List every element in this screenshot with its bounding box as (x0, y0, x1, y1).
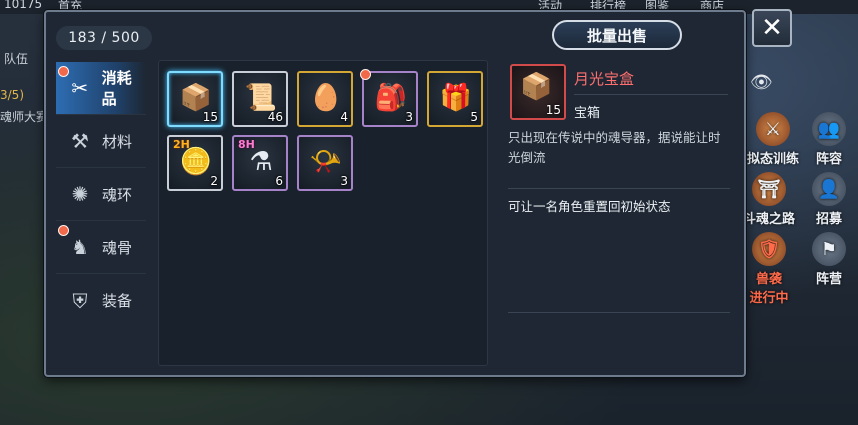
item-slot[interactable]: 🎒 3 (360, 69, 418, 127)
duration-tag: 2H (173, 138, 190, 151)
item-type: 宝箱 (574, 106, 601, 121)
item-slot[interactable]: 🪙 2H 2 (167, 135, 223, 191)
close-icon: ✕ (761, 13, 783, 43)
notification-dot (360, 69, 371, 80)
soul-ring-icon: ✺ (71, 182, 89, 206)
item-slot[interactable]: 📯 3 (297, 135, 353, 191)
tab-label: 魂环 (102, 185, 133, 204)
item-slot[interactable]: 📦 15 (167, 71, 223, 127)
item-quantity: 3 (340, 174, 348, 188)
detail-thumbnail: 📦 15 (510, 64, 566, 120)
training-button[interactable]: ⚔ 拟态训练 (744, 112, 802, 167)
item-quantity: 46 (267, 110, 283, 124)
path-button[interactable]: ⛩ 斗魂之路 (740, 172, 798, 227)
beast-icon: 🛡 (752, 232, 786, 266)
item-effect: 可让一名角色重置回初始状态 (508, 199, 671, 214)
beast-attack-button[interactable]: 🛡 兽袭 进行中 (740, 232, 798, 306)
bulk-sell-button[interactable]: 批量出售 (552, 20, 682, 50)
detail-quantity: 15 (545, 103, 561, 117)
eye-icon[interactable]: 👁 (750, 72, 773, 93)
category-tabs: ✂ 消耗品 ⚒ 材料 ✺ 魂环 ♞ 魂骨 ⛨ 装备 (56, 62, 146, 327)
tab-soul-bone[interactable]: ♞ 魂骨 (56, 221, 146, 274)
camp-button[interactable]: ⚑ 阵营 (800, 232, 858, 287)
divider (508, 312, 730, 313)
tab-soul-ring[interactable]: ✺ 魂环 (56, 168, 146, 221)
item-description: 只出现在传说中的魂导器，据说能让时光倒流 (508, 130, 721, 165)
item-quantity: 3 (405, 110, 413, 124)
item-quantity: 6 (275, 174, 283, 188)
divider (574, 94, 728, 95)
consumable-icon: ✂ (71, 76, 89, 100)
path-icon: ⛩ (752, 172, 786, 206)
inventory-panel: 183 / 500 批量出售 ✂ 消耗品 ⚒ 材料 ✺ 魂环 ♞ 魂骨 ⛨ 装备… (44, 10, 746, 377)
team-label[interactable]: 队伍 (4, 50, 28, 67)
camp-icon: ⚑ (812, 232, 846, 266)
recruit-icon: 👤 (812, 172, 846, 206)
item-slot[interactable]: ⚗ 8H 6 (232, 135, 288, 191)
anvil-icon: ⚒ (71, 129, 89, 153)
tab-label: 魂骨 (102, 238, 133, 257)
beast-status: 进行中 (749, 291, 789, 306)
item-grid: 📦 15 📜 46 🥚 4 🎒 3 🎁 5 🪙 2H 2 ⚗ 8H 6 📯 3 (158, 60, 488, 366)
tab-label: 材料 (102, 132, 133, 151)
item-quantity: 4 (340, 110, 348, 124)
recruit-label: 招募 (815, 212, 842, 227)
tournament-label[interactable]: 魂师大赛 (0, 108, 48, 125)
item-quantity: 15 (202, 110, 218, 124)
item-slot[interactable]: 📜 46 (232, 71, 288, 127)
currency-readout: 10175 (4, 0, 43, 11)
divider (508, 188, 730, 189)
item-detail: 📦 15 月光宝盒 宝箱 只出现在传说中的魂导器，据说能让时光倒流 可让一名角色… (508, 60, 730, 366)
camp-label: 阵营 (815, 272, 842, 287)
equipment-icon: ⛨ (72, 288, 88, 313)
item-quantity: 2 (210, 174, 218, 188)
tab-label: 装备 (102, 292, 133, 310)
treasure-box-icon: 📦 (520, 72, 553, 102)
item-slot[interactable]: 🥚 4 (297, 71, 353, 127)
item-slot[interactable]: 🎁 5 (427, 71, 483, 127)
item-name: 月光宝盒 (574, 70, 635, 88)
notification-dot (58, 66, 69, 77)
tab-equipment[interactable]: ⛨ 装备 (56, 274, 146, 327)
recruit-button[interactable]: 👤 招募 (800, 172, 858, 227)
beast-label: 兽袭 (755, 272, 782, 287)
close-button[interactable]: ✕ (752, 9, 792, 47)
training-icon: ⚔ (756, 112, 790, 146)
duration-tag: 8H (238, 138, 255, 151)
lineup-icon: 👥 (812, 112, 846, 146)
tab-materials[interactable]: ⚒ 材料 (56, 115, 146, 168)
capacity-counter: 183 / 500 (56, 26, 152, 50)
soul-bone-icon: ♞ (71, 235, 89, 259)
notification-dot (58, 225, 69, 236)
progress-label: 3/5) (0, 88, 24, 102)
tab-consumables[interactable]: ✂ 消耗品 (56, 62, 146, 115)
lineup-button[interactable]: 👥 阵容 (800, 112, 858, 167)
item-quantity: 5 (470, 110, 478, 124)
path-label: 斗魂之路 (742, 212, 795, 227)
training-label: 拟态训练 (746, 152, 799, 167)
lineup-label: 阵容 (815, 152, 842, 167)
tab-label: 消耗品 (101, 69, 132, 108)
